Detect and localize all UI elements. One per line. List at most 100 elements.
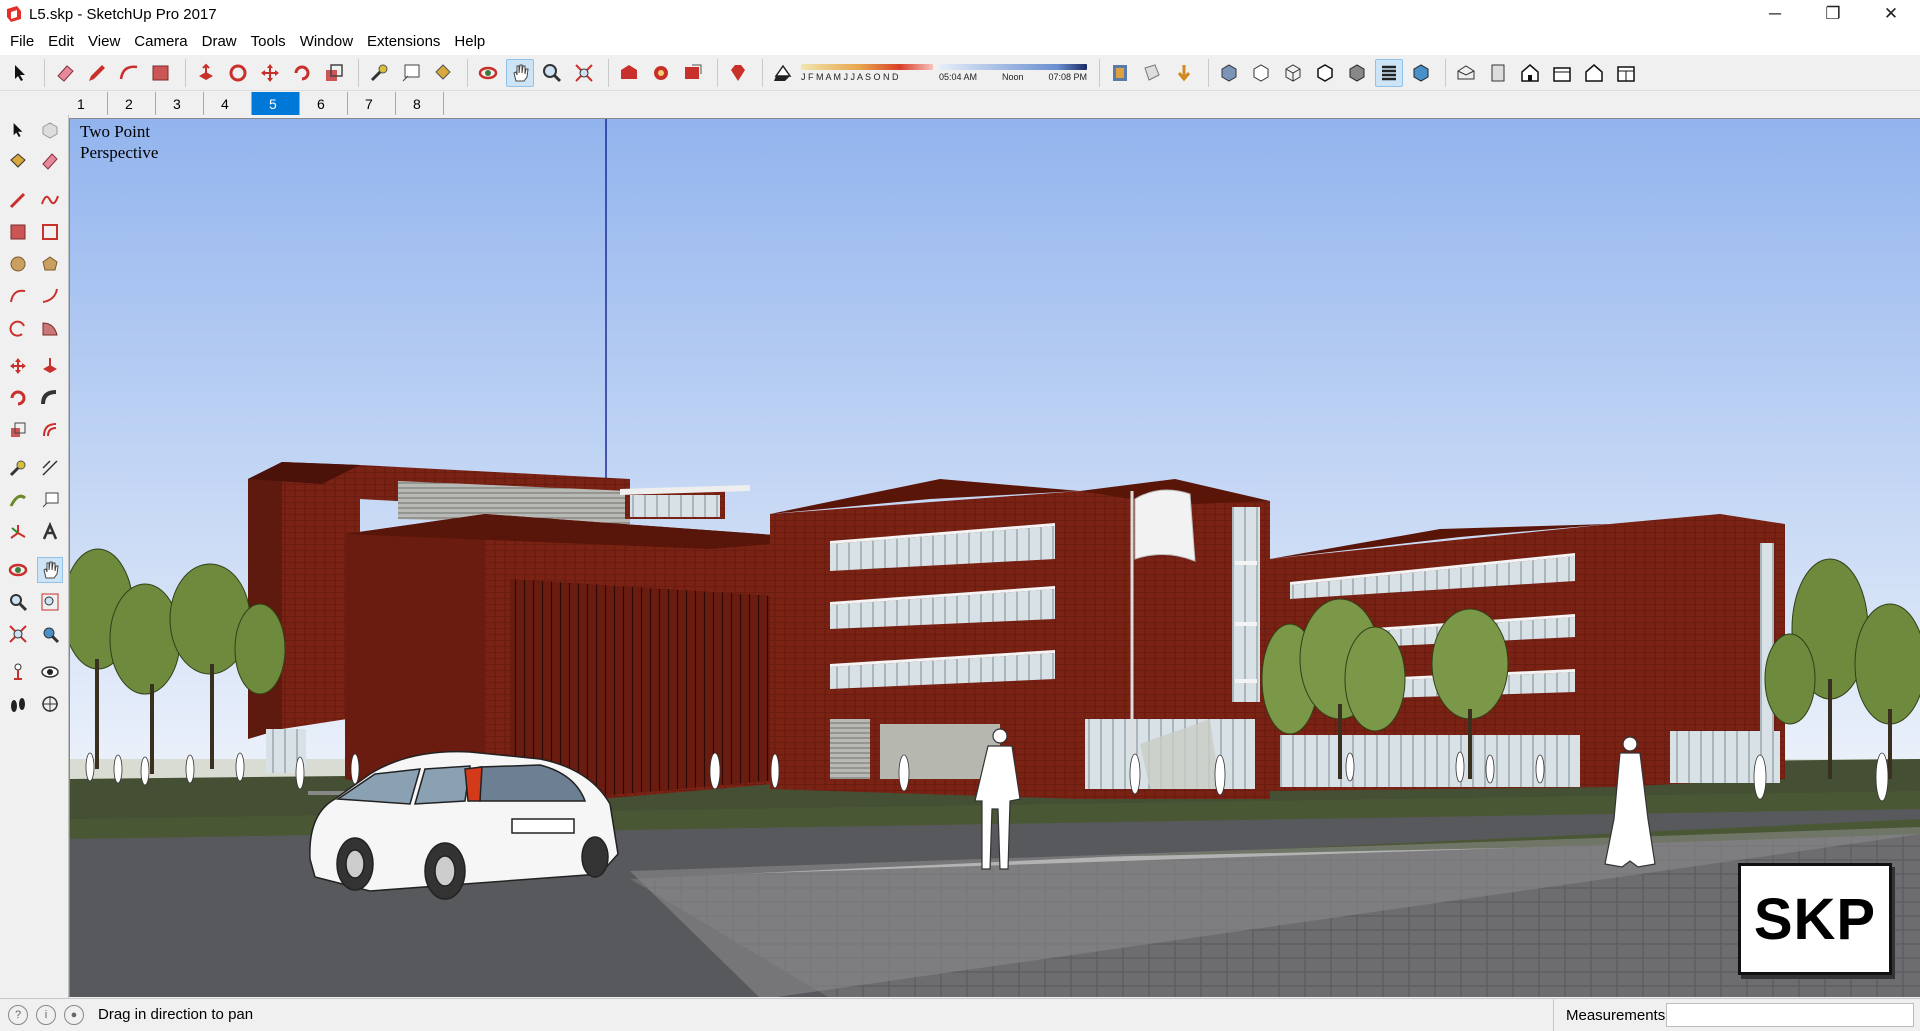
scene-tab-8[interactable]: 8 <box>396 92 444 115</box>
rotate-tool-icon[interactable] <box>288 59 316 87</box>
user-account-icon[interactable]: ● <box>64 1004 84 1025</box>
orbit-icon[interactable] <box>5 557 31 583</box>
zoom-extents-tool-icon[interactable] <box>570 59 598 87</box>
scale-icon[interactable] <box>5 417 31 443</box>
iso-view-icon[interactable] <box>1452 59 1480 87</box>
arc-icon[interactable] <box>5 283 31 309</box>
paint-bucket-icon[interactable] <box>5 148 31 174</box>
polygon-icon[interactable] <box>37 251 63 277</box>
zoom-extents-icon[interactable] <box>5 621 31 647</box>
zoom-tool-icon[interactable] <box>538 59 566 87</box>
extension-warehouse-icon[interactable] <box>647 59 675 87</box>
shadows-toggle-icon[interactable] <box>769 59 797 87</box>
scene-tab-6[interactable]: 6 <box>300 92 348 115</box>
line-icon[interactable] <box>5 187 31 213</box>
tape-measure-icon[interactable] <box>5 455 31 481</box>
pan-tool-icon[interactable] <box>506 58 534 87</box>
position-camera-icon[interactable] <box>5 659 31 685</box>
text-tool-icon[interactable] <box>397 59 425 87</box>
pie-icon[interactable] <box>37 315 63 341</box>
freehand-icon[interactable] <box>37 187 63 213</box>
scale-tool-icon[interactable] <box>320 59 348 87</box>
push-pull-tool-icon[interactable] <box>192 59 220 87</box>
monochrome-style-icon[interactable] <box>1407 59 1435 87</box>
menu-draw[interactable]: Draw <box>195 33 244 50</box>
warehouse-icon[interactable] <box>615 59 643 87</box>
menu-help[interactable]: Help <box>447 33 492 50</box>
offset-icon[interactable] <box>37 417 63 443</box>
previous-view-icon[interactable] <box>37 621 63 647</box>
menu-tools[interactable]: Tools <box>244 33 293 50</box>
credits-icon[interactable]: i <box>36 1004 56 1025</box>
circle-icon[interactable] <box>5 251 31 277</box>
ruby-console-icon[interactable] <box>724 59 752 87</box>
move-icon[interactable] <box>5 353 31 379</box>
shaded-textures-style-icon[interactable] <box>1375 58 1403 87</box>
two-point-arc-icon[interactable] <box>37 283 63 309</box>
rotated-rectangle-icon[interactable] <box>37 219 63 245</box>
move-tool-icon[interactable] <box>256 59 284 87</box>
shaded-style-icon[interactable] <box>1343 59 1371 87</box>
axes-icon[interactable] <box>5 519 31 545</box>
scene-tab-4[interactable]: 4 <box>204 92 252 115</box>
xray-style-icon[interactable] <box>1215 59 1243 87</box>
geo-location-icon[interactable]: ? <box>8 1004 28 1025</box>
tape-measure-tool-icon[interactable] <box>365 59 393 87</box>
orbit-tool-icon[interactable] <box>474 59 502 87</box>
share-model-icon[interactable] <box>679 59 707 87</box>
menu-camera[interactable]: Camera <box>127 33 194 50</box>
wireframe-style-icon[interactable] <box>1279 59 1307 87</box>
top-view-icon[interactable] <box>1484 59 1512 87</box>
back-edges-style-icon[interactable] <box>1247 59 1275 87</box>
hidden-line-style-icon[interactable] <box>1311 59 1339 87</box>
paint-bucket-tool-icon[interactable] <box>429 59 457 87</box>
zoom-icon[interactable] <box>5 589 31 615</box>
follow-me-icon[interactable] <box>37 385 63 411</box>
front-view-icon[interactable] <box>1516 59 1544 87</box>
section-cut-icon[interactable] <box>1138 59 1166 87</box>
menu-window[interactable]: Window <box>293 33 360 50</box>
scene-tab-2[interactable]: 2 <box>108 92 156 115</box>
menu-view[interactable]: View <box>81 33 127 50</box>
text-icon[interactable] <box>37 487 63 513</box>
select-icon[interactable] <box>5 117 31 143</box>
shadow-date-slider[interactable]: J F M A M J J A S O N D <box>801 63 933 82</box>
measurements-input[interactable] <box>1666 1003 1914 1027</box>
follow-me-tool-icon[interactable] <box>224 59 252 87</box>
pencil-tool-icon[interactable] <box>83 59 111 87</box>
restore-button[interactable]: ❐ <box>1804 0 1862 28</box>
3d-text-icon[interactable] <box>37 519 63 545</box>
look-around-icon[interactable] <box>37 659 63 685</box>
right-view-icon[interactable] <box>1548 59 1576 87</box>
scene-tab-3[interactable]: 3 <box>156 92 204 115</box>
section-plane-icon[interactable] <box>37 691 63 717</box>
menu-extensions[interactable]: Extensions <box>360 33 447 50</box>
make-component-icon[interactable] <box>37 117 63 143</box>
section-plane-icon[interactable] <box>1106 59 1134 87</box>
walk-icon[interactable] <box>5 691 31 717</box>
model-viewport[interactable]: Two Point Perspective SKP <box>69 118 1920 997</box>
eraser-icon[interactable] <box>37 148 63 174</box>
three-point-arc-icon[interactable] <box>5 315 31 341</box>
rectangle-icon[interactable] <box>5 219 31 245</box>
rotate-icon[interactable] <box>5 385 31 411</box>
dimension-icon[interactable] <box>37 455 63 481</box>
scene-tab-1[interactable]: 1 <box>60 92 108 115</box>
rectangle-tool-icon[interactable] <box>147 59 175 87</box>
menu-file[interactable]: File <box>3 33 41 50</box>
scene-tab-7[interactable]: 7 <box>348 92 396 115</box>
left-view-icon[interactable] <box>1612 59 1640 87</box>
zoom-window-icon[interactable] <box>37 589 63 615</box>
scene-tab-5[interactable]: 5 <box>252 92 300 115</box>
select-tool-icon[interactable] <box>6 59 34 87</box>
close-button[interactable]: ✕ <box>1862 0 1920 28</box>
menu-edit[interactable]: Edit <box>41 33 81 50</box>
back-view-icon[interactable] <box>1580 59 1608 87</box>
section-fill-icon[interactable] <box>1170 59 1198 87</box>
minimize-button[interactable]: ─ <box>1746 0 1804 28</box>
eraser-tool-icon[interactable] <box>51 59 79 87</box>
arc-tool-icon[interactable] <box>115 59 143 87</box>
shadow-time-slider[interactable]: 05:04 AM Noon 07:08 PM <box>939 63 1087 82</box>
pan-icon[interactable] <box>37 557 63 583</box>
protractor-icon[interactable] <box>5 487 31 513</box>
